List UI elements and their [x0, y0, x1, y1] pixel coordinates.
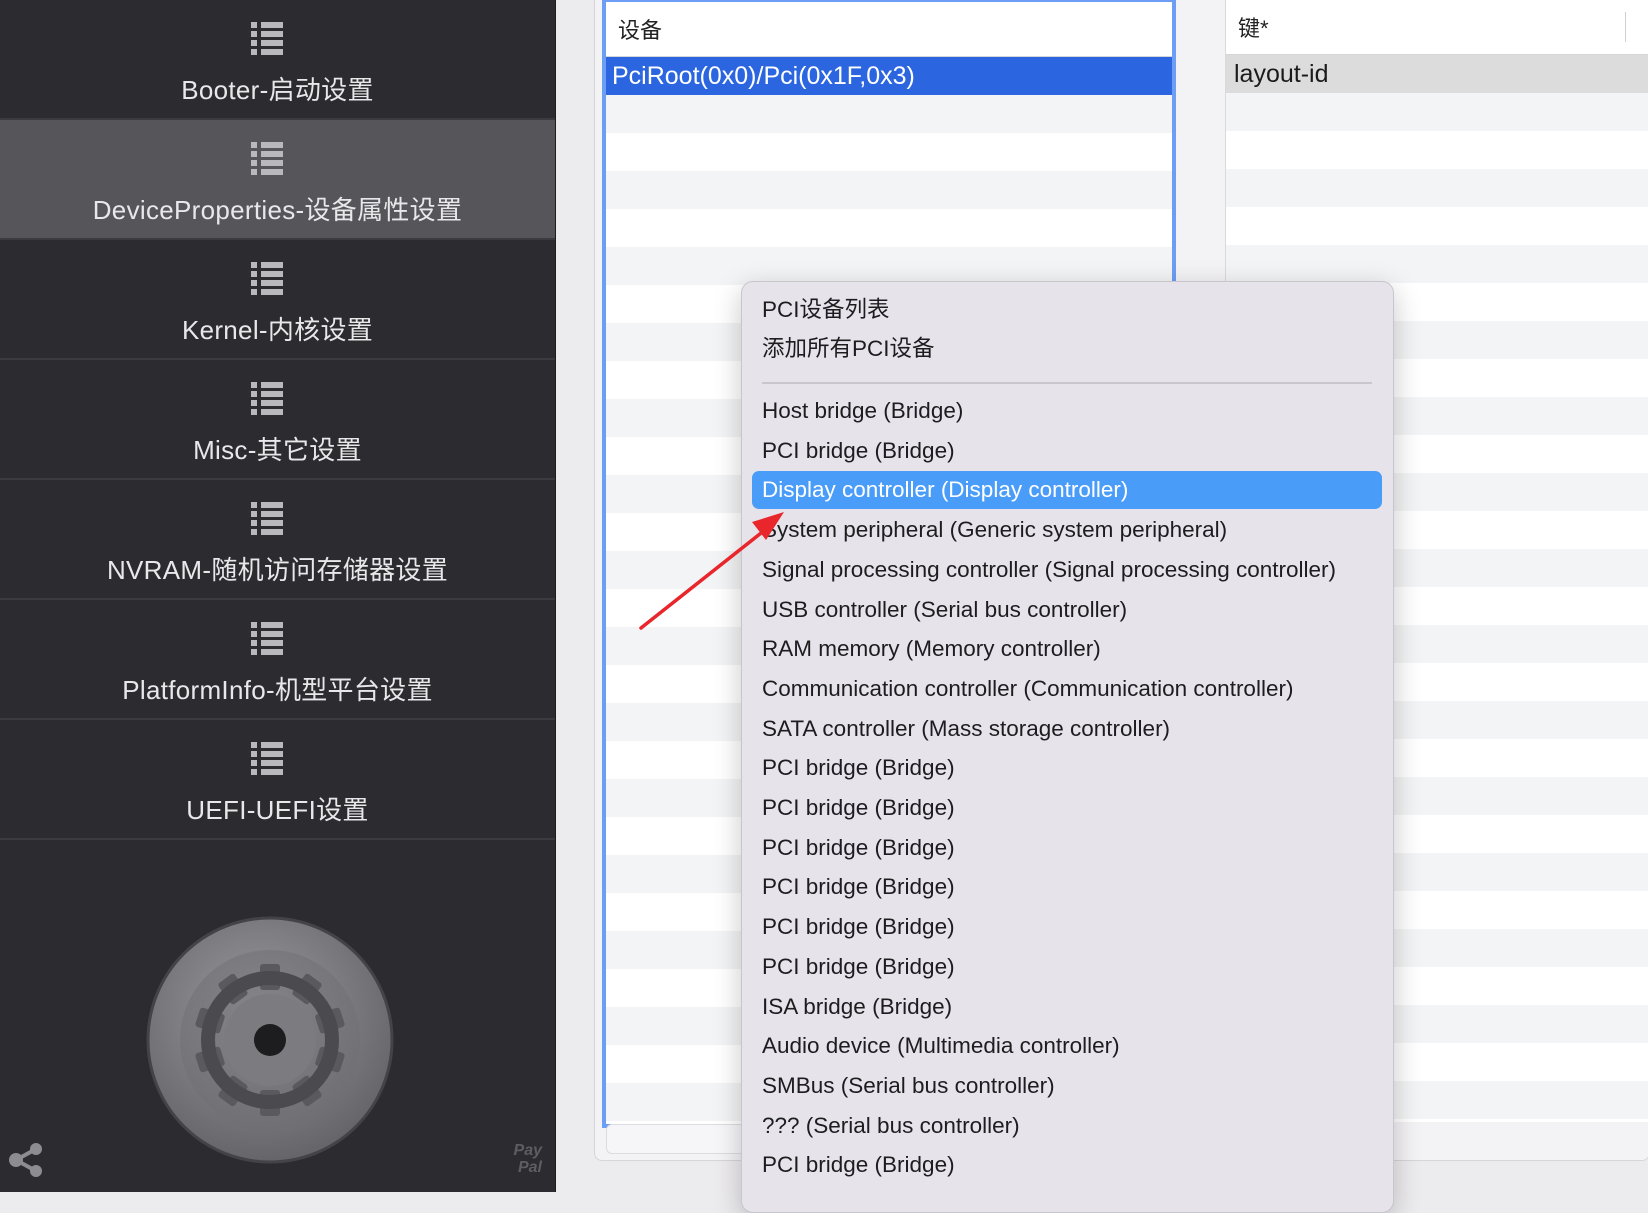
table-row[interactable]: [606, 209, 1172, 247]
table-row[interactable]: PciRoot(0x0)/Pci(0x1F,0x3): [606, 57, 1172, 95]
menu-item-pci-device[interactable]: USB controller (Serial bus controller): [752, 591, 1382, 629]
menu-item-pci-device[interactable]: PCI bridge (Bridge): [752, 948, 1382, 986]
menu-item-pci-device[interactable]: Signal processing controller (Signal pro…: [752, 551, 1382, 589]
sidebar-item-label: PlatformInfo-机型平台设置: [122, 675, 433, 705]
menu-item-pci-device[interactable]: SATA controller (Mass storage controller…: [752, 710, 1382, 748]
list-icon: [251, 262, 283, 296]
menu-item-pci-device[interactable]: PCI bridge (Bridge): [752, 749, 1382, 787]
sidebar-item-5[interactable]: PlatformInfo-机型平台设置: [0, 600, 555, 720]
menu-item-pci-device[interactable]: PCI bridge (Bridge): [752, 908, 1382, 946]
table-row[interactable]: [606, 133, 1172, 171]
sidebar-item-label: Misc-其它设置: [193, 435, 362, 465]
pci-device-menu: PCI设备列表 添加所有PCI设备 Host bridge (Bridge) PC…: [741, 281, 1394, 1213]
sidebar-item-label: Kernel-内核设置: [181, 315, 374, 345]
table-row[interactable]: [1226, 207, 1648, 245]
sidebar-item-label: NVRAM-随机访问存储器设置: [106, 555, 449, 585]
gear-logo: [140, 910, 400, 1170]
menu-item-pci-device[interactable]: Display controller (Display controller): [752, 471, 1382, 510]
share-icon[interactable]: [6, 1140, 46, 1180]
list-icon: [251, 622, 283, 656]
menu-item-pci-device[interactable]: RAM memory (Memory controller): [752, 630, 1382, 668]
sidebar-item-0[interactable]: Booter-启动设置: [0, 0, 555, 120]
table-row[interactable]: [606, 171, 1172, 209]
menu-item-pci-device[interactable]: PCI bridge (Bridge): [752, 1146, 1382, 1184]
list-icon: [251, 742, 283, 776]
menu-item-pci-device[interactable]: PCI bridge (Bridge): [752, 868, 1382, 906]
table-row[interactable]: layout-id: [1226, 55, 1648, 93]
table-row[interactable]: [1226, 93, 1648, 131]
table-row[interactable]: [1226, 169, 1648, 207]
sidebar-item-label: DeviceProperties-设备属性设置: [92, 195, 463, 225]
menu-item-pci-device[interactable]: PCI bridge (Bridge): [752, 829, 1382, 867]
menu-item-pci-device[interactable]: Audio device (Multimedia controller): [752, 1027, 1382, 1065]
menu-item-pci-device[interactable]: ISA bridge (Bridge): [752, 988, 1382, 1026]
menu-item-pci-device[interactable]: ??? (Serial bus controller): [752, 1107, 1382, 1145]
devices-table-header[interactable]: 设备: [606, 2, 1172, 57]
keys-table-header[interactable]: 键*: [1226, 0, 1648, 55]
menu-item-add-all-pci[interactable]: 添加所有PCI设备: [752, 330, 1382, 368]
list-icon: [251, 22, 283, 56]
table-row[interactable]: [1226, 245, 1648, 283]
paypal-logo[interactable]: Pay Pal: [498, 1142, 542, 1176]
menu-item-pci-device[interactable]: PCI bridge (Bridge): [752, 789, 1382, 827]
menu-item-pci-device[interactable]: Communication controller (Communication …: [752, 670, 1382, 708]
menu-item-pci-device[interactable]: PCI bridge (Bridge): [752, 432, 1382, 470]
sidebar-item-6[interactable]: UEFI-UEFI设置: [0, 720, 555, 840]
sidebar: Booter-启动设置 DeviceProperties-设备属性设置 Kernel…: [0, 0, 556, 1192]
devices-column-title: 设备: [618, 18, 663, 43]
menu-separator: [762, 382, 1372, 384]
column-divider[interactable]: [1625, 12, 1626, 42]
sidebar-item-4[interactable]: NVRAM-随机访问存储器设置: [0, 480, 555, 600]
sidebar-item-label: Booter-启动设置: [181, 75, 374, 105]
list-icon: [251, 142, 283, 176]
sidebar-item-label: UEFI-UEFI设置: [186, 795, 369, 825]
table-row[interactable]: [606, 247, 1172, 285]
sidebar-item-2[interactable]: Kernel-内核设置: [0, 240, 555, 360]
table-row[interactable]: [606, 95, 1172, 133]
sidebar-item-3[interactable]: Misc-其它设置: [0, 360, 555, 480]
table-row[interactable]: [1226, 131, 1648, 169]
menu-item-pci-device[interactable]: System peripheral (Generic system periph…: [752, 511, 1382, 549]
sidebar-item-1[interactable]: DeviceProperties-设备属性设置: [0, 120, 555, 240]
list-icon: [251, 382, 283, 416]
menu-item-pci-device[interactable]: Host bridge (Bridge): [752, 392, 1382, 430]
list-icon: [251, 502, 283, 536]
menu-item-pci-device[interactable]: SMBus (Serial bus controller): [752, 1067, 1382, 1105]
keys-column-title: 键*: [1238, 16, 1269, 41]
menu-item-pci-device-list[interactable]: PCI设备列表: [752, 291, 1382, 329]
